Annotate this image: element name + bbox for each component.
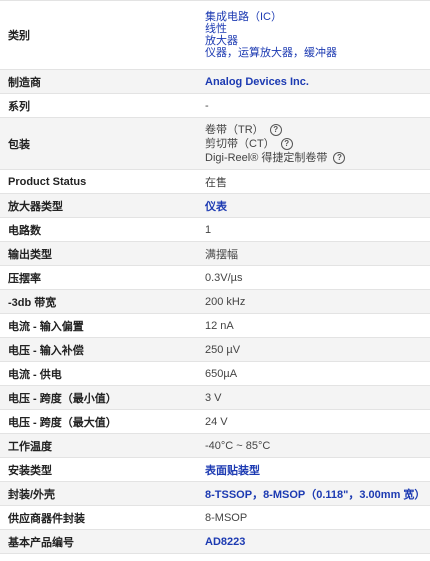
spec-label: 电路数 bbox=[8, 224, 41, 237]
spec-row: 输出类型 满摆幅 bbox=[0, 242, 430, 266]
help-icon[interactable]: ? bbox=[280, 137, 293, 150]
spec-label: 电压 - 跨度（最小值） bbox=[8, 392, 117, 405]
spec-row: 制造商 Analog Devices Inc. bbox=[0, 70, 430, 94]
spec-value: 卷带（TR）? 剪切带（CT）? Digi-Reel® 得捷定制卷带? bbox=[197, 118, 430, 169]
spec-label: 包装 bbox=[8, 138, 30, 151]
spec-row: Product Status 在售 bbox=[0, 170, 430, 194]
category-link[interactable]: 仪器，运算放大器，缓冲器 bbox=[205, 47, 422, 59]
spec-label: 工作温度 bbox=[8, 440, 52, 453]
spec-row: 电压 - 跨度（最大值） 24 V bbox=[0, 410, 430, 434]
spec-label: 供应商器件封装 bbox=[8, 512, 85, 525]
spec-value: 仪表 bbox=[197, 194, 430, 217]
spec-value: - bbox=[197, 94, 430, 117]
spec-value-text: 24 V bbox=[205, 415, 228, 428]
spec-value-text: 200 kHz bbox=[205, 295, 246, 308]
spec-label: 压摆率 bbox=[8, 272, 41, 285]
packaging-option: 剪切带（CT）? bbox=[205, 137, 422, 151]
spec-label: 放大器类型 bbox=[8, 200, 63, 213]
spec-value-text: 1 bbox=[205, 223, 212, 236]
spec-value: 0.3V/µs bbox=[197, 266, 430, 289]
spec-label: -3db 带宽 bbox=[8, 296, 57, 309]
spec-value: -40°C ~ 85°C bbox=[197, 434, 430, 457]
packaging-label: 剪切带（CT） bbox=[205, 137, 275, 150]
spec-row: 电压 - 跨度（最小值） 3 V bbox=[0, 386, 430, 410]
spec-value: 1 bbox=[197, 218, 430, 241]
spec-value-text: 8-MSOP bbox=[205, 511, 248, 524]
spec-value: 8-TSSOP，8-MSOP（0.118"，3.00mm 宽） bbox=[197, 482, 430, 505]
spec-label: 基本产品编号 bbox=[8, 536, 74, 549]
spec-value: 24 V bbox=[197, 410, 430, 433]
spec-value-text: 12 nA bbox=[205, 319, 234, 332]
spec-value-link[interactable]: 表面贴装型 bbox=[205, 462, 422, 478]
spec-value-text: 650µA bbox=[205, 367, 238, 380]
spec-label: 电压 - 跨度（最大值） bbox=[8, 416, 117, 429]
spec-label: 制造商 bbox=[8, 76, 41, 89]
spec-value: 表面贴装型 bbox=[197, 458, 430, 481]
spec-value-link[interactable]: Analog Devices Inc. bbox=[205, 76, 422, 88]
spec-value-link[interactable]: 仪表 bbox=[205, 198, 422, 214]
spec-value: AD8223 bbox=[197, 530, 430, 553]
spec-value: 250 µV bbox=[197, 338, 430, 361]
spec-label: 电流 - 输入偏置 bbox=[8, 320, 84, 333]
spec-value: 650µA bbox=[197, 362, 430, 385]
spec-value-link[interactable]: 8-TSSOP，8-MSOP（0.118"，3.00mm 宽） bbox=[205, 486, 425, 502]
packaging-label: 卷带（TR） bbox=[205, 123, 264, 136]
spec-row: 封装/外壳 8-TSSOP，8-MSOP（0.118"，3.00mm 宽） bbox=[0, 482, 430, 506]
product-attributes-table: 类别 集成电路（IC） 线性 放大器 仪器，运算放大器，缓冲器制造商 Analog Dev… bbox=[0, 0, 430, 554]
spec-value-text: 在售 bbox=[205, 176, 227, 189]
spec-row: 基本产品编号 AD8223 bbox=[0, 530, 430, 554]
packaging-option: Digi-Reel® 得捷定制卷带? bbox=[205, 151, 422, 165]
spec-row: 压摆率 0.3V/µs bbox=[0, 266, 430, 290]
spec-row: 包装 卷带（TR）? 剪切带（CT）? Digi-Reel® 得捷定制卷带? bbox=[0, 118, 430, 170]
spec-row: 供应商器件封装 8-MSOP bbox=[0, 506, 430, 530]
spec-row: 电流 - 输入偏置 12 nA bbox=[0, 314, 430, 338]
spec-value-text: 0.3V/µs bbox=[205, 271, 243, 284]
spec-row: 放大器类型 仪表 bbox=[0, 194, 430, 218]
spec-label: 输出类型 bbox=[8, 248, 52, 261]
spec-value: 12 nA bbox=[197, 314, 430, 337]
spec-label: 封装/外壳 bbox=[8, 488, 56, 501]
spec-value: 集成电路（IC） 线性 放大器 仪器，运算放大器，缓冲器 bbox=[197, 1, 430, 69]
spec-label: 类别 bbox=[8, 30, 30, 42]
spec-row: 类别 集成电路（IC） 线性 放大器 仪器，运算放大器，缓冲器 bbox=[0, 1, 430, 70]
packaging-option: 卷带（TR）? bbox=[205, 123, 422, 137]
spec-value-text: 250 µV bbox=[205, 343, 241, 356]
spec-row: -3db 带宽 200 kHz bbox=[0, 290, 430, 314]
spec-value-text: - bbox=[205, 99, 209, 112]
spec-row: 电压 - 输入补偿 250 µV bbox=[0, 338, 430, 362]
spec-label: Product Status bbox=[8, 175, 87, 188]
spec-value-text: -40°C ~ 85°C bbox=[205, 439, 271, 452]
spec-value: 8-MSOP bbox=[197, 506, 430, 529]
spec-row: 电流 - 供电 650µA bbox=[0, 362, 430, 386]
spec-value-text: 3 V bbox=[205, 391, 222, 404]
spec-value: 满摆幅 bbox=[197, 242, 430, 265]
spec-label: 系列 bbox=[8, 100, 30, 113]
category-link[interactable]: 集成电路（IC） bbox=[205, 11, 422, 23]
spec-value: 3 V bbox=[197, 386, 430, 409]
category-link[interactable]: 线性 bbox=[205, 23, 422, 35]
spec-value-text: 满摆幅 bbox=[205, 248, 238, 261]
spec-row: 工作温度 -40°C ~ 85°C bbox=[0, 434, 430, 458]
spec-value-link[interactable]: AD8223 bbox=[205, 536, 422, 548]
spec-value: 在售 bbox=[197, 170, 430, 193]
spec-value: 200 kHz bbox=[197, 290, 430, 313]
spec-label: 电流 - 供电 bbox=[8, 368, 62, 381]
spec-row: 系列 - bbox=[0, 94, 430, 118]
spec-row: 安装类型 表面贴装型 bbox=[0, 458, 430, 482]
spec-label: 电压 - 输入补偿 bbox=[8, 344, 84, 357]
spec-row: 电路数 1 bbox=[0, 218, 430, 242]
help-icon[interactable]: ? bbox=[269, 123, 282, 136]
category-link[interactable]: 放大器 bbox=[205, 35, 422, 47]
spec-label: 安装类型 bbox=[8, 464, 52, 477]
spec-value: Analog Devices Inc. bbox=[197, 70, 430, 93]
packaging-label: Digi-Reel® 得捷定制卷带 bbox=[205, 151, 328, 164]
help-icon[interactable]: ? bbox=[333, 151, 346, 164]
